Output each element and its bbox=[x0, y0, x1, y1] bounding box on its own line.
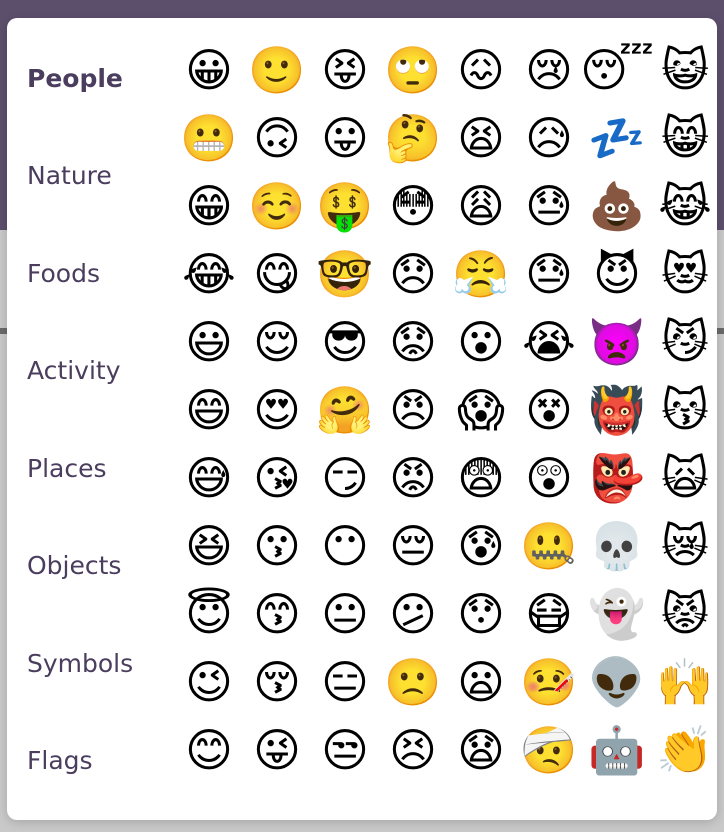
emoji-button[interactable]: 🤖 bbox=[583, 716, 651, 784]
emoji-button[interactable]: 😁 bbox=[175, 172, 243, 240]
emoji-button[interactable]: 😳 bbox=[379, 172, 447, 240]
emoji-button[interactable]: 😆 bbox=[175, 512, 243, 580]
emoji-button[interactable]: 😤 bbox=[447, 240, 515, 308]
emoji-button[interactable]: 🤕 bbox=[515, 716, 583, 784]
emoji-button[interactable]: 👺 bbox=[583, 444, 651, 512]
emoji-button[interactable]: 😥 bbox=[515, 104, 583, 172]
emoji-button[interactable]: 👻 bbox=[583, 580, 651, 648]
emoji-button[interactable]: 😓 bbox=[515, 172, 583, 240]
emoji-button[interactable]: 😅 bbox=[175, 444, 243, 512]
emoji-button[interactable]: 😛 bbox=[311, 104, 379, 172]
emoji-button[interactable]: 😞 bbox=[379, 240, 447, 308]
emoji-button[interactable]: 😻 bbox=[651, 240, 717, 308]
emoji-button[interactable]: 🙀 bbox=[651, 444, 717, 512]
emoji-button[interactable]: 😑 bbox=[311, 648, 379, 716]
emoji-button[interactable]: 😌 bbox=[243, 308, 311, 376]
emoji-button[interactable]: 😩 bbox=[447, 172, 515, 240]
emoji-button[interactable]: 😈 bbox=[583, 240, 651, 308]
emoji-button[interactable]: 😽 bbox=[651, 376, 717, 444]
emoji-button[interactable]: 💀 bbox=[583, 512, 651, 580]
emoji-button[interactable]: 🤔 bbox=[379, 104, 447, 172]
emoji-button[interactable]: 🤐 bbox=[515, 512, 583, 580]
emoji-button[interactable]: 😂 bbox=[175, 240, 243, 308]
emoji-button[interactable]: 😐 bbox=[311, 580, 379, 648]
emoji-picker-panel: People Nature Foods Activity Places Obje… bbox=[7, 18, 717, 820]
emoji-button[interactable]: 😼 bbox=[651, 308, 717, 376]
emoji-button[interactable]: 😺 bbox=[651, 36, 717, 104]
emoji-button[interactable]: 💤 bbox=[583, 104, 651, 172]
category-activity[interactable]: Activity bbox=[27, 356, 121, 386]
emoji-button[interactable]: 😲 bbox=[515, 444, 583, 512]
emoji-button[interactable]: 🤗 bbox=[311, 376, 379, 444]
emoji-button[interactable]: 😢 bbox=[515, 36, 583, 104]
emoji-button[interactable]: 😝 bbox=[311, 36, 379, 104]
emoji-button[interactable]: 😡 bbox=[379, 444, 447, 512]
emoji-button[interactable]: 😙 bbox=[243, 580, 311, 648]
emoji-button[interactable]: 😉 bbox=[175, 648, 243, 716]
emoji-button[interactable]: 🙄 bbox=[379, 36, 447, 104]
emoji-button[interactable]: 😘 bbox=[243, 444, 311, 512]
emoji-button[interactable]: 😚 bbox=[243, 648, 311, 716]
emoji-button[interactable]: 😗 bbox=[243, 512, 311, 580]
emoji-button[interactable]: 😭 bbox=[515, 308, 583, 376]
emoji-button[interactable]: 😴 bbox=[580, 36, 654, 104]
emoji-button[interactable]: 🤓 bbox=[311, 240, 379, 308]
emoji-button[interactable]: 😾 bbox=[651, 580, 717, 648]
emoji-button[interactable]: 🙌 bbox=[651, 648, 717, 716]
emoji-button[interactable]: 😟 bbox=[379, 308, 447, 376]
emoji-button[interactable]: 👏 bbox=[651, 716, 717, 784]
emoji-button[interactable]: 😦 bbox=[447, 648, 515, 716]
emoji-button[interactable]: 😏 bbox=[311, 444, 379, 512]
emoji-button[interactable]: 😖 bbox=[447, 36, 515, 104]
emoji-button[interactable]: 😨 bbox=[447, 444, 515, 512]
emoji-button[interactable]: 🙃 bbox=[243, 104, 311, 172]
emoji-button[interactable]: 🙁 bbox=[379, 648, 447, 716]
category-foods[interactable]: Foods bbox=[27, 259, 100, 289]
emoji-button[interactable]: 🙂 bbox=[243, 36, 311, 104]
emoji-button[interactable]: 😒 bbox=[311, 716, 379, 784]
emoji-button[interactable]: 🤑 bbox=[311, 172, 379, 240]
emoji-button[interactable]: 😰 bbox=[447, 512, 515, 580]
emoji-button[interactable]: 😱 bbox=[447, 376, 515, 444]
emoji-button[interactable]: 😇 bbox=[175, 580, 243, 648]
category-people[interactable]: People bbox=[27, 64, 123, 94]
emoji-button[interactable]: 😠 bbox=[379, 376, 447, 444]
emoji-button[interactable]: ☺️ bbox=[243, 172, 311, 240]
emoji-button[interactable]: 😓 bbox=[515, 240, 583, 308]
emoji-button[interactable]: 👿 bbox=[583, 308, 651, 376]
emoji-button[interactable]: 😃 bbox=[175, 308, 243, 376]
emoji-button[interactable]: 😍 bbox=[243, 376, 311, 444]
category-nature[interactable]: Nature bbox=[27, 161, 112, 191]
emoji-button[interactable]: 😣 bbox=[379, 716, 447, 784]
emoji-button[interactable]: 😎 bbox=[311, 308, 379, 376]
emoji-button[interactable]: 👽 bbox=[583, 648, 651, 716]
emoji-button[interactable]: 😸 bbox=[651, 104, 717, 172]
emoji-button[interactable]: 😊 bbox=[175, 716, 243, 784]
emoji-button[interactable]: 😯 bbox=[447, 580, 515, 648]
category-list: People Nature Foods Activity Places Obje… bbox=[7, 18, 177, 820]
emoji-button[interactable]: 😋 bbox=[243, 240, 311, 308]
category-symbols[interactable]: Symbols bbox=[27, 649, 133, 679]
emoji-button[interactable]: 😫 bbox=[447, 104, 515, 172]
category-places[interactable]: Places bbox=[27, 454, 107, 484]
emoji-button[interactable]: 😄 bbox=[175, 376, 243, 444]
emoji-button[interactable]: 😶 bbox=[311, 512, 379, 580]
category-flags[interactable]: Flags bbox=[27, 746, 93, 776]
emoji-button[interactable]: 😀 bbox=[175, 36, 243, 104]
emoji-button[interactable]: 😮 bbox=[447, 308, 515, 376]
emoji-button[interactable]: 👹 bbox=[583, 376, 651, 444]
emoji-button[interactable]: 😿 bbox=[651, 512, 717, 580]
emoji-button[interactable]: 😜 bbox=[243, 716, 311, 784]
emoji-button[interactable]: 😹 bbox=[651, 172, 717, 240]
emoji-button[interactable]: 💩 bbox=[583, 172, 651, 240]
emoji-button[interactable]: 😕 bbox=[379, 580, 447, 648]
emoji-button[interactable]: 😬 bbox=[175, 104, 243, 172]
emoji-button[interactable]: 😵 bbox=[515, 376, 583, 444]
category-objects[interactable]: Objects bbox=[27, 551, 121, 581]
emoji-button[interactable]: 😷 bbox=[515, 580, 583, 648]
emoji-button[interactable]: 😔 bbox=[379, 512, 447, 580]
emoji-grid: 😀 🙂 😝 🙄 😖 😢 😴 😺 😬 🙃 😛 🤔 😫 😥 💤 😸 😁 ☺️ 🤑 😳 😩 😓 💩 😹 😂 😋 🤓 😞 😤 😓 😈 😻 😃 😌 😎 😟 😮 😭 👿… bbox=[175, 36, 717, 806]
emoji-button[interactable]: 😧 bbox=[447, 716, 515, 784]
emoji-button[interactable]: 🤒 bbox=[515, 648, 583, 716]
